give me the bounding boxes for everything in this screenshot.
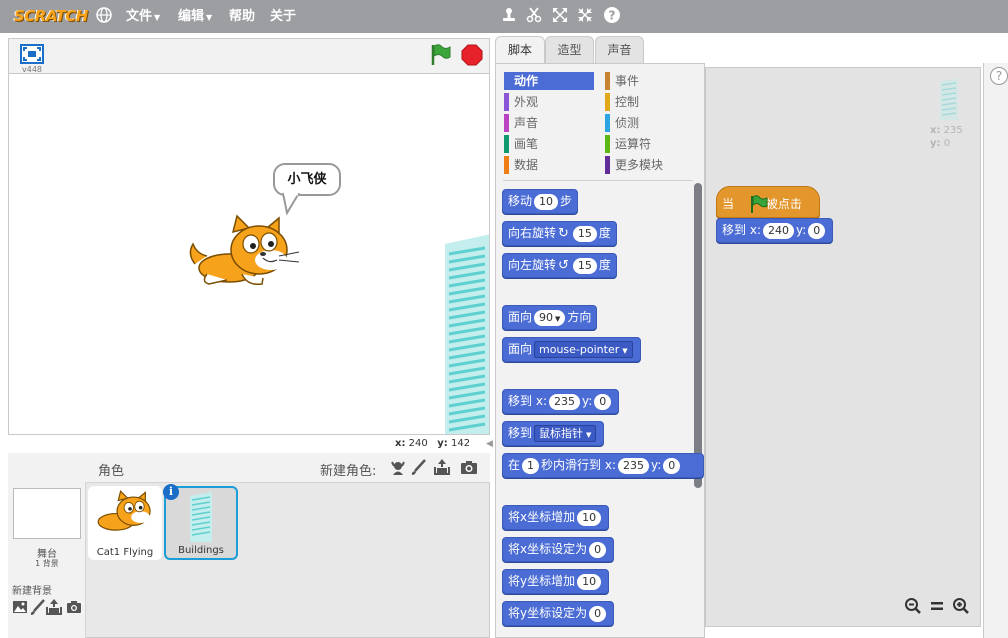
direction-dropdown[interactable]: 90 ▼	[534, 309, 566, 326]
block-goto-xy-script[interactable]: 移到 x: 240 y: 0	[716, 218, 834, 243]
block-change-x[interactable]: 将x坐标增加 10	[502, 505, 610, 530]
block-goto[interactable]: 移到 鼠标指针 ▼	[502, 421, 605, 446]
tab-costumes[interactable]: 造型	[545, 36, 594, 63]
sprite-library-icon[interactable]	[389, 458, 407, 476]
sprite-card-cat[interactable]: Cat1 Flying	[88, 486, 162, 560]
block-turn-right[interactable]: 向右旋转 ↻ 15 度	[502, 221, 617, 246]
zoom-reset-icon[interactable]	[928, 597, 946, 615]
shrink-icon[interactable]	[575, 6, 595, 26]
menu-edit[interactable]: 编辑 ▼	[178, 7, 212, 27]
category-data[interactable]: 数据	[504, 156, 594, 174]
menu-help[interactable]: 帮助	[229, 7, 255, 27]
scratch-logo[interactable]: SCRATCH	[10, 4, 92, 28]
paint-brush-icon[interactable]	[410, 458, 428, 476]
upload-sprite-icon[interactable]	[433, 458, 451, 476]
block-glide[interactable]: 在 1 秒内滑行到 x: 235 y: 0	[502, 453, 704, 478]
block-move-steps[interactable]: 移动 10 步	[502, 189, 579, 214]
tab-scripts[interactable]: 脚本	[495, 36, 545, 64]
current-sprite-thumbnail	[940, 78, 958, 120]
category-pen[interactable]: 画笔	[504, 135, 594, 153]
category-motion[interactable]: 动作	[504, 72, 594, 90]
category-control[interactable]: 控制	[605, 93, 685, 111]
sprite-name: Buildings	[178, 545, 224, 556]
menu-bar: SCRATCH 文件 ▼ 编辑 ▼ 帮助 关于 ?	[0, 0, 1008, 33]
delete-scissors-icon[interactable]	[524, 6, 544, 26]
menu-file[interactable]: 文件 ▼	[126, 7, 160, 27]
green-flag-icon[interactable]	[430, 43, 452, 67]
sprite-name: Cat1 Flying	[96, 547, 154, 558]
presentation-mode-icon[interactable]	[20, 44, 44, 64]
block-turn-left[interactable]: 向左旋转 ↺ 15 度	[502, 253, 617, 278]
new-sprite-label: 新建角色:	[320, 464, 377, 479]
rotate-left-icon: ↺	[558, 258, 569, 273]
backdrop-library-icon[interactable]	[12, 599, 28, 615]
block-point-direction[interactable]: 面向 90 ▼ 方向	[502, 305, 598, 330]
collapse-stage-arrow-icon[interactable]: ◀	[486, 437, 494, 451]
block-when-flag-clicked[interactable]: 当 被点击	[716, 186, 820, 218]
menu-about[interactable]: 关于	[270, 7, 296, 27]
tips-help-icon[interactable]: ?	[990, 67, 1008, 85]
dropdown-arrow-icon: ▼	[555, 314, 561, 323]
sprite-pane-header	[85, 453, 490, 483]
buildings-sprite[interactable]	[445, 234, 489, 434]
script-area[interactable]	[705, 67, 981, 627]
category-events[interactable]: 事件	[605, 72, 685, 90]
speech-bubble: 小飞侠	[273, 163, 341, 196]
goto-dropdown[interactable]: 鼠标指针 ▼	[534, 425, 597, 442]
rotate-right-icon: ↻	[558, 226, 569, 241]
camera-icon[interactable]	[460, 458, 478, 476]
palette-scrollbar[interactable]	[694, 183, 702, 488]
duplicate-stamp-icon[interactable]	[499, 6, 519, 26]
green-flag-icon	[749, 193, 769, 213]
block-goto-xy[interactable]: 移到 x: 235 y: 0	[502, 389, 620, 414]
svg-text:?: ?	[609, 9, 616, 23]
stage-thumbnail[interactable]	[13, 488, 81, 539]
sprite-info-icon[interactable]: i	[163, 484, 179, 500]
buildings-thumbnail	[190, 492, 212, 542]
block-point-towards[interactable]: 面向 mouse-pointer ▼	[502, 337, 641, 362]
category-sensing[interactable]: 侦测	[605, 114, 685, 132]
zoom-out-icon[interactable]	[904, 597, 922, 615]
tab-sounds[interactable]: 声音	[595, 36, 644, 63]
block-help-icon[interactable]: ?	[602, 6, 622, 26]
tips-strip	[983, 63, 1008, 638]
camera-backdrop-icon[interactable]	[66, 599, 82, 615]
stage-header	[8, 38, 490, 74]
block-set-y[interactable]: 将y坐标设定为 0	[502, 601, 615, 626]
category-more-blocks[interactable]: 更多模块	[605, 156, 685, 174]
globe-icon[interactable]	[94, 6, 114, 26]
stage-backdrop-count: 1 背景	[35, 559, 59, 568]
stage-canvas[interactable]	[8, 73, 490, 435]
grow-icon[interactable]	[550, 6, 570, 26]
dropdown-arrow-icon: ▼	[586, 431, 592, 439]
category-looks[interactable]: 外观	[504, 93, 594, 111]
category-sound[interactable]: 声音	[504, 114, 594, 132]
speech-bubble-tail	[281, 192, 301, 216]
paint-backdrop-icon[interactable]	[30, 599, 46, 615]
cat-thumbnail	[91, 490, 159, 536]
dropdown-arrow-icon: ▼	[622, 347, 628, 355]
upload-backdrop-icon[interactable]	[46, 599, 62, 615]
category-operators[interactable]: 运算符	[605, 135, 685, 153]
sprite-position-readout: x: 235 y: 0	[930, 125, 963, 149]
block-change-y[interactable]: 将y坐标增加 10	[502, 569, 610, 594]
zoom-in-icon[interactable]	[952, 597, 970, 615]
palette-divider	[503, 180, 693, 181]
block-set-x[interactable]: 将x坐标设定为 0	[502, 537, 615, 562]
new-backdrop-label: 新建背景	[12, 586, 52, 597]
stop-icon[interactable]	[461, 44, 483, 66]
sprites-title: 角色	[98, 464, 125, 479]
towards-dropdown[interactable]: mouse-pointer ▼	[534, 341, 633, 358]
cat-flying-sprite[interactable]	[187, 214, 302, 292]
stage-mouse-coords: x: 240 y: 142	[395, 438, 471, 449]
